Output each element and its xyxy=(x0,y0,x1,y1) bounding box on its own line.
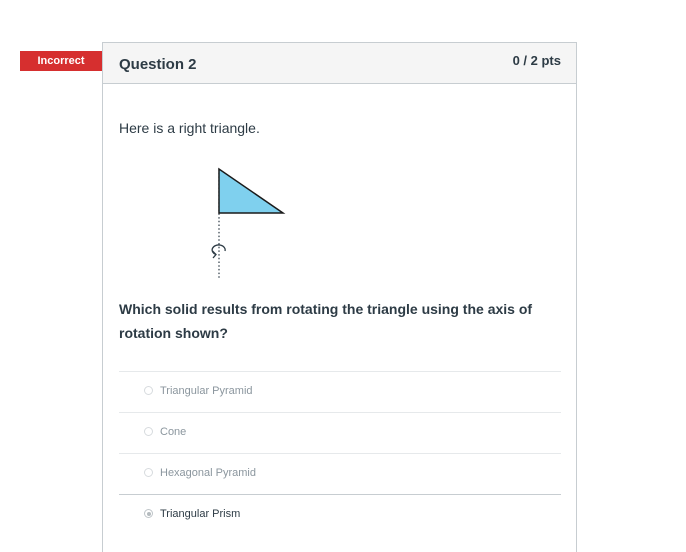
question-card: Question 2 0 / 2 pts Here is a right tri… xyxy=(102,42,577,552)
question-header: Question 2 0 / 2 pts xyxy=(103,43,576,84)
answer-radio xyxy=(144,468,153,477)
answer-option-selected: Triangular Prism xyxy=(119,494,561,535)
answer-option: Hexagonal Pyramid xyxy=(119,453,561,494)
answer-label: Triangular Prism xyxy=(160,508,241,520)
answer-radio xyxy=(144,386,153,395)
answer-label: Cone xyxy=(160,426,187,438)
question-points: 0 / 2 pts xyxy=(512,53,561,68)
answer-option: Cone xyxy=(119,412,561,453)
question-prompt: Which solid results from rotating the tr… xyxy=(119,301,533,341)
answer-list: Triangular Pyramid Cone Hexagonal Pyrami… xyxy=(119,371,561,535)
answer-radio xyxy=(144,427,153,436)
triangle-figure xyxy=(205,163,295,288)
incorrect-badge-label: Incorrect xyxy=(37,55,85,67)
right-triangle xyxy=(218,167,286,214)
incorrect-badge: Incorrect xyxy=(20,51,115,71)
question-title: Question 2 xyxy=(119,56,197,73)
answer-label: Hexagonal Pyramid xyxy=(160,467,256,479)
question-intro: Here is a right triangle. xyxy=(119,120,260,136)
answer-radio-checked xyxy=(144,509,153,518)
answer-option: Triangular Pyramid xyxy=(119,371,561,412)
answer-label: Triangular Pyramid xyxy=(160,385,253,397)
